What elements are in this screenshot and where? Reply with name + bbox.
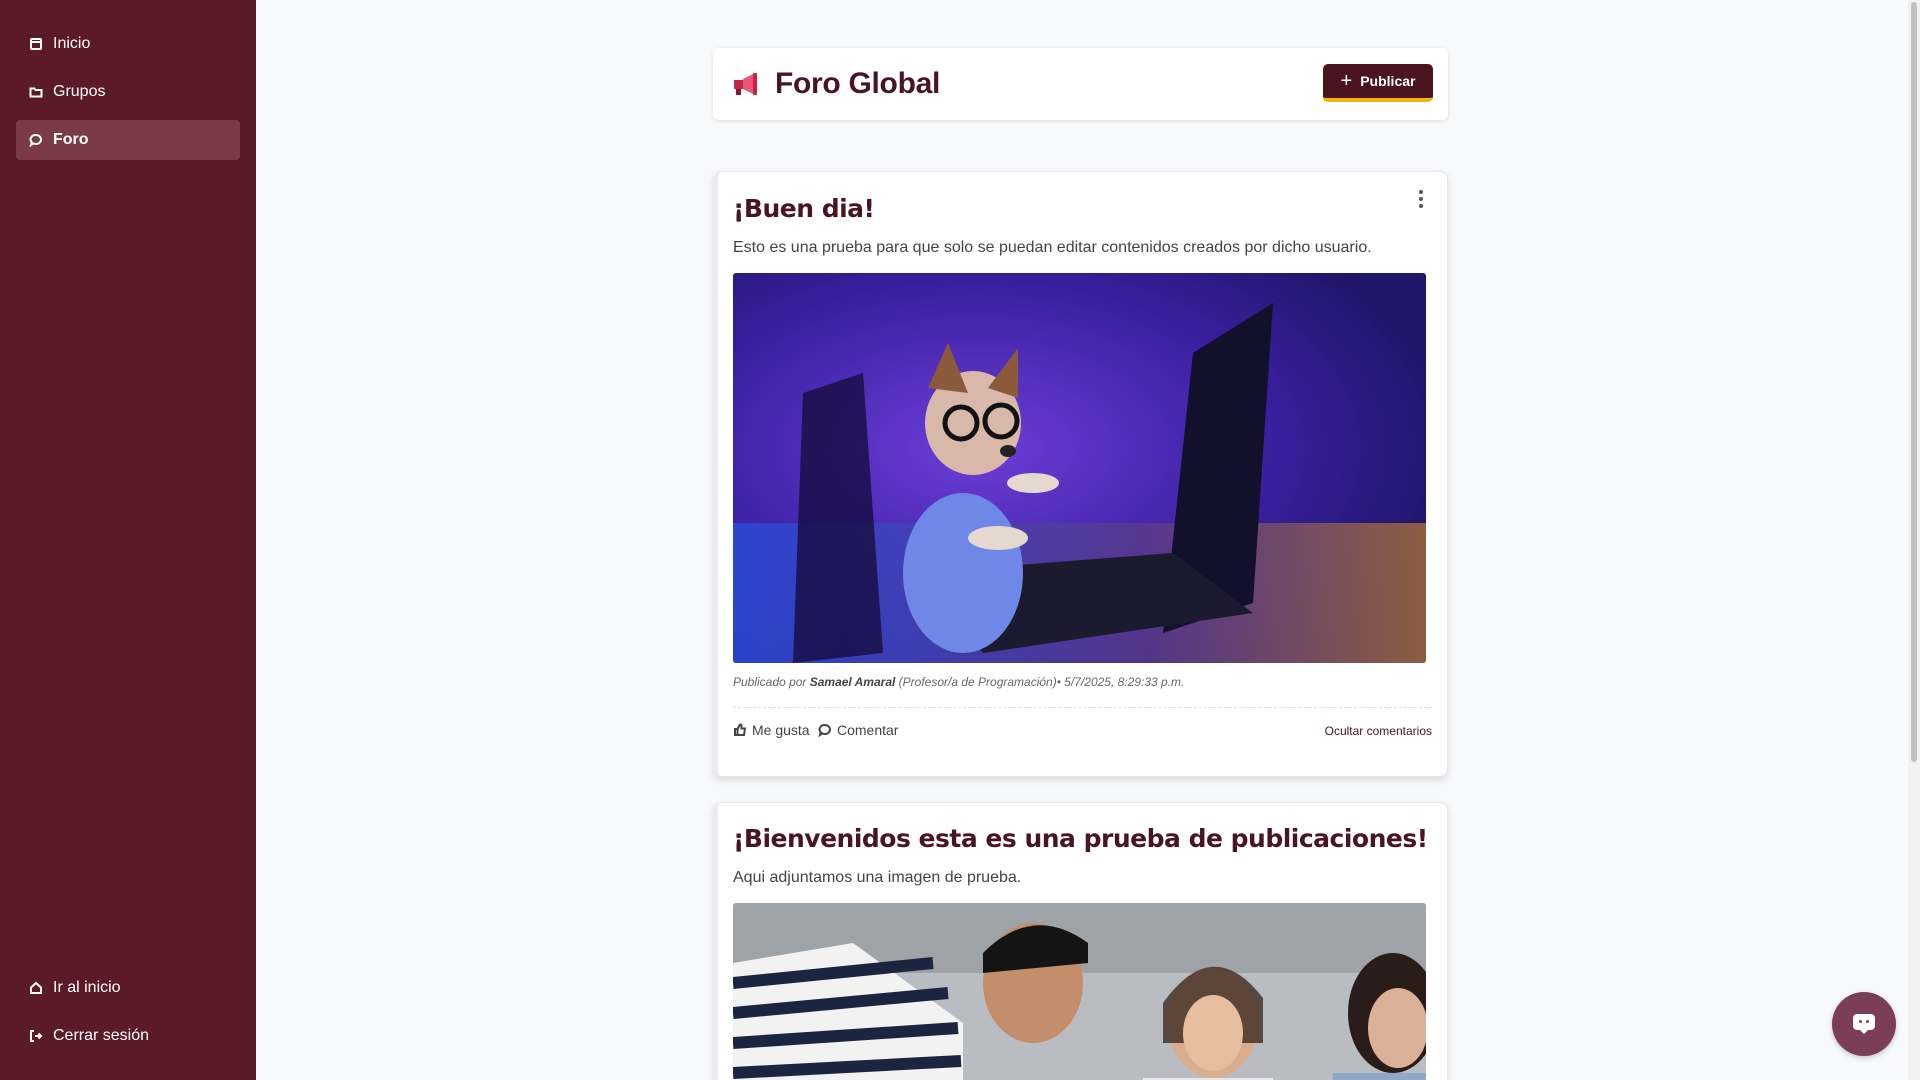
sidebar-item-grupos[interactable]: Grupos — [16, 72, 240, 112]
sidebar-item-label: Ir al inicio — [53, 979, 121, 996]
sidebar-item-label: Inicio — [53, 35, 91, 52]
sidebar-item-ir-al-inicio[interactable]: Ir al inicio — [16, 968, 240, 1008]
meta-prefix: Publicado por — [733, 675, 810, 689]
post-image — [733, 273, 1426, 663]
author-role: (Profesor/a de Programación) — [895, 675, 1057, 689]
post-body: Esto es una prueba para que solo se pued… — [733, 239, 1372, 256]
post-body: Aqui adjuntamos una imagen de prueba. — [733, 869, 1022, 886]
scroll-thumb[interactable] — [1911, 2, 1917, 762]
sidebar-item-foro[interactable]: Foro — [16, 120, 240, 160]
post-card: ¡Buen dia! Esto es una prueba para que s… — [713, 171, 1448, 777]
sidebar-item-label: Cerrar sesión — [53, 1027, 150, 1044]
comment-label: Comentar — [837, 722, 899, 738]
sidebar-item-cerrar-sesion[interactable]: Cerrar sesión — [16, 1016, 240, 1056]
page-scrollbar[interactable] — [1908, 0, 1920, 1080]
sidebar: Inicio Grupos Foro Ir al inicio Cerrar s… — [0, 0, 256, 1080]
post-title: ¡Bienvenidos esta es una prueba de publi… — [733, 824, 1428, 853]
chatbot-icon — [1853, 1014, 1875, 1034]
page-title: Foro Global — [775, 67, 941, 100]
logout-icon — [29, 1029, 43, 1043]
post-card: ¡Bienvenidos esta es una prueba de publi… — [713, 802, 1448, 1080]
comment-icon — [818, 724, 831, 737]
publish-button[interactable]: + Publicar — [1323, 64, 1433, 102]
megaphone-icon — [734, 73, 757, 95]
post-meta: Publicado por Samael Amaral (Profesor/a … — [733, 675, 1184, 689]
post-author[interactable]: Samael Amaral — [810, 675, 896, 689]
folder-icon — [29, 85, 43, 99]
thumbs-up-icon — [734, 723, 747, 736]
post-timestamp: • 5/7/2025, 8:29:33 p.m. — [1056, 675, 1185, 689]
home-icon — [29, 981, 43, 995]
comment-button[interactable]: Comentar — [818, 722, 898, 738]
calendar-icon — [29, 37, 43, 51]
sidebar-item-label: Foro — [53, 131, 89, 148]
like-label: Me gusta — [752, 722, 810, 738]
sidebar-item-inicio[interactable]: Inicio — [16, 24, 240, 64]
chat-bubble-icon — [29, 133, 43, 147]
post-title: ¡Buen dia! — [733, 194, 875, 223]
more-options-icon[interactable] — [1417, 190, 1425, 208]
like-button[interactable]: Me gusta — [733, 722, 810, 738]
chat-button[interactable] — [1832, 992, 1896, 1056]
hide-comments-link[interactable]: Ocultar comentarios — [1325, 724, 1432, 738]
post-image — [733, 903, 1426, 1080]
plus-icon: + — [1340, 70, 1353, 92]
publish-label: Publicar — [1360, 73, 1416, 89]
forum-header: Foro Global + Publicar — [713, 48, 1448, 120]
divider — [733, 707, 1432, 708]
sidebar-item-label: Grupos — [53, 83, 106, 100]
